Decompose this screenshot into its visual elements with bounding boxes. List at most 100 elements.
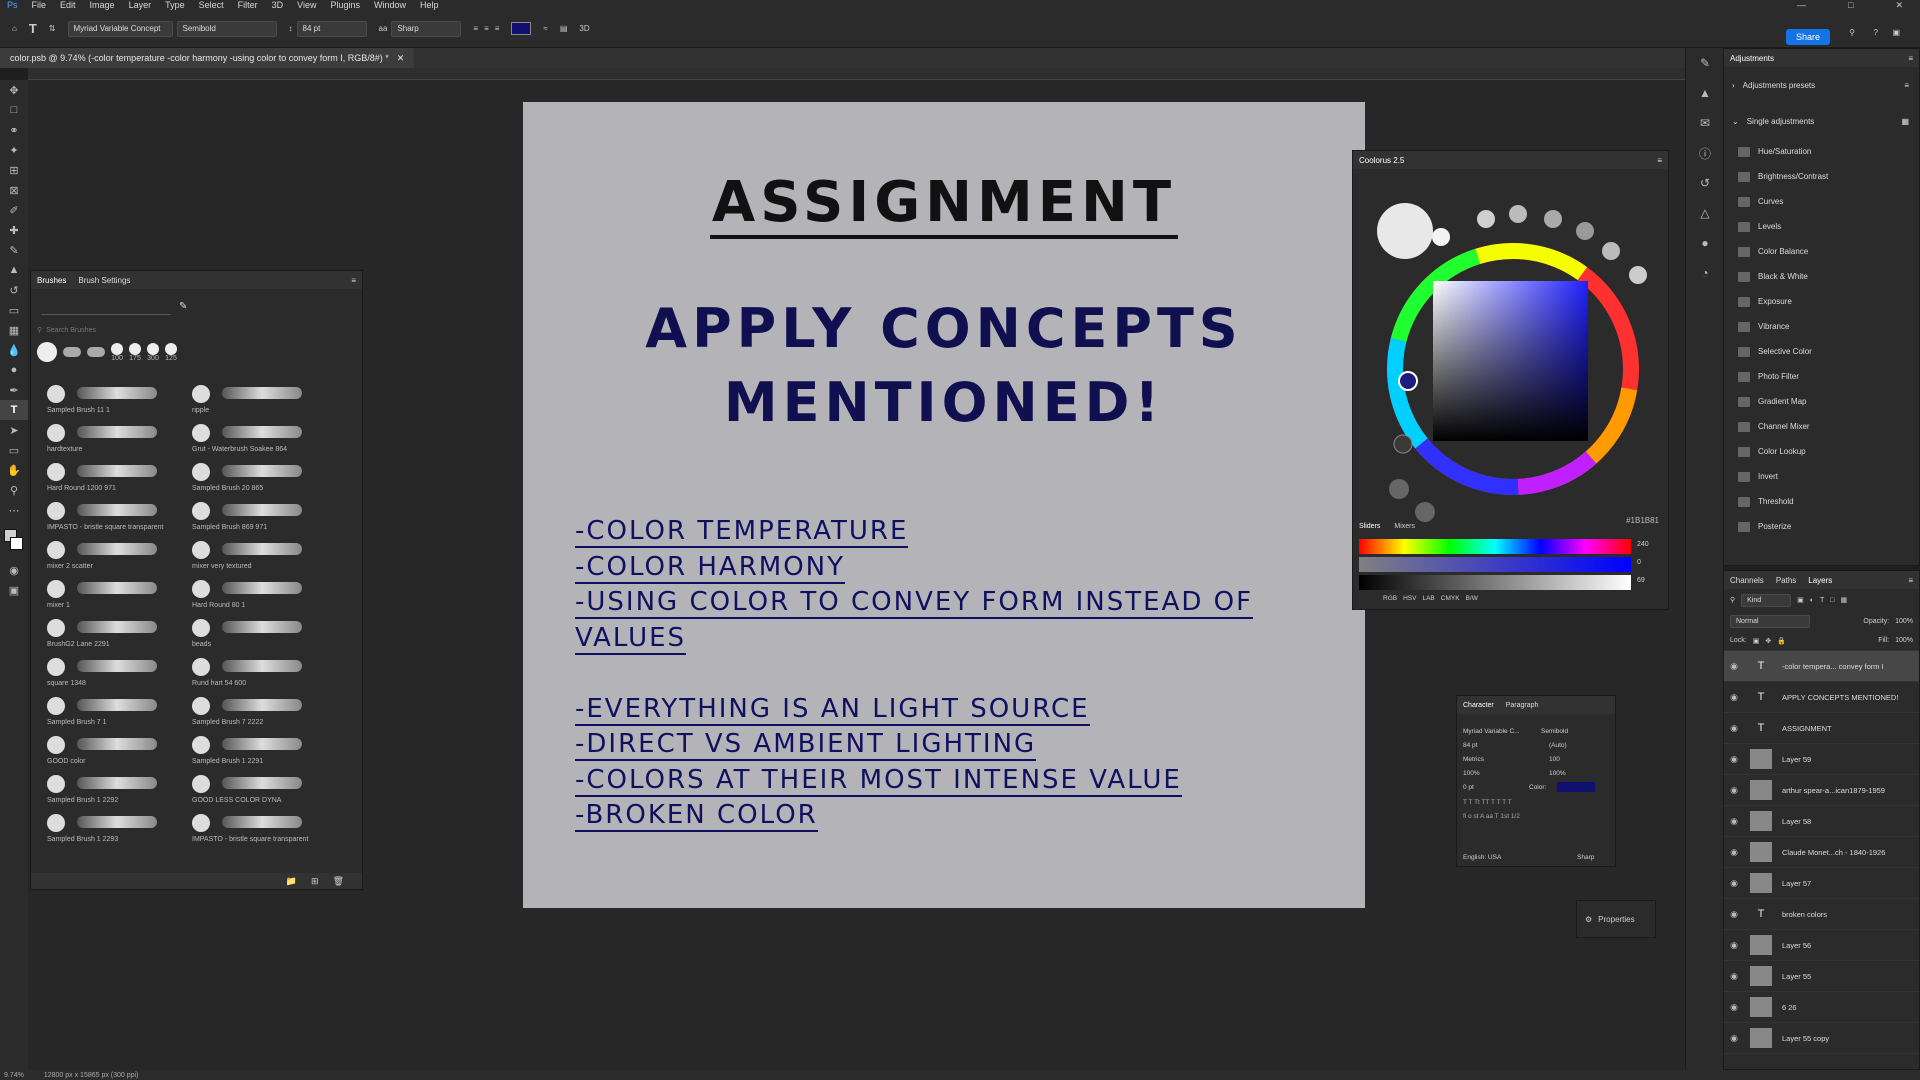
tab-mixers[interactable]: Mixers: [1394, 523, 1415, 530]
pen-tool-icon[interactable]: ✒: [0, 380, 28, 400]
workspace-icon[interactable]: ▣: [1892, 28, 1900, 37]
new-group-icon[interactable]: 📁: [286, 876, 297, 887]
apply-concepts-heading[interactable]: APPLY CONCEPTS MENTIONED!: [523, 292, 1365, 440]
color-swatches-icon[interactable]: [0, 520, 28, 560]
crop-tool-icon[interactable]: ⊞: [0, 160, 28, 180]
layer-row[interactable]: ◉ Layer 58: [1724, 806, 1919, 837]
char-font-select[interactable]: Myriad Variable C...: [1463, 728, 1533, 735]
brush-preset[interactable]: IMPASTO - bristle square transparent: [37, 498, 177, 537]
brush-preset[interactable]: beads: [182, 615, 322, 654]
hand-tool-icon[interactable]: ✋: [0, 460, 28, 480]
char-color-swatch[interactable]: [1557, 782, 1595, 792]
blur-tool-icon[interactable]: 💧: [0, 340, 28, 360]
zoom-level[interactable]: 9.74%: [4, 1072, 24, 1079]
char-style-select[interactable]: Semibold: [1541, 728, 1568, 735]
char-size-field[interactable]: 84 pt: [1463, 742, 1477, 749]
grid-view-icon[interactable]: ▦: [1901, 117, 1909, 126]
adjustments-title[interactable]: Adjustments: [1730, 54, 1774, 63]
play-button[interactable]: [1415, 502, 1435, 522]
menu-file[interactable]: File: [25, 0, 54, 10]
character-panel-icon[interactable]: ▤: [560, 24, 568, 33]
visibility-eye-icon[interactable]: ◉: [1724, 785, 1744, 796]
tab-layers[interactable]: Layers: [1808, 576, 1832, 585]
char-kerning-field[interactable]: Metrics: [1463, 756, 1484, 763]
font-size-field[interactable]: 84 pt: [296, 20, 367, 37]
type-tool-sidebar-icon[interactable]: T: [0, 400, 28, 420]
adjustment-item[interactable]: Curves: [1724, 189, 1919, 214]
visibility-eye-icon[interactable]: ◉: [1724, 878, 1744, 889]
layer-row[interactable]: ◉ T -color tempera... convey form I: [1724, 651, 1919, 682]
char-aa-select[interactable]: Sharp: [1577, 854, 1594, 861]
menu-edit[interactable]: Edit: [53, 0, 83, 10]
blend-mode-select[interactable]: Normal: [1730, 614, 1810, 628]
layer-row[interactable]: ◉ Layer 59: [1724, 744, 1919, 775]
visibility-eye-icon[interactable]: ◉: [1724, 1002, 1744, 1013]
brush-preset[interactable]: square 1348: [37, 654, 177, 693]
quick-mask-icon[interactable]: ◉: [0, 560, 28, 580]
char-baseline-field[interactable]: 0 pt: [1463, 784, 1474, 791]
adjustment-item[interactable]: Exposure: [1724, 289, 1919, 314]
magic-wand-tool-icon[interactable]: ✦: [0, 140, 28, 160]
libraries-icon[interactable]: ●: [1686, 228, 1724, 258]
visibility-eye-icon[interactable]: ◉: [1724, 692, 1744, 703]
mode-rgb[interactable]: RGB: [1383, 595, 1397, 602]
preset-brush-dot[interactable]: [37, 342, 57, 362]
brush-tool-icon[interactable]: ✎: [0, 240, 28, 260]
hue-slider[interactable]: [1359, 539, 1631, 554]
brush-preset[interactable]: Sampled Brush 11 1: [37, 381, 177, 420]
harmony-button[interactable]: [1389, 479, 1409, 499]
mode-hsv[interactable]: HSV: [1403, 595, 1416, 602]
lock-pixels-icon[interactable]: ▣: [1753, 637, 1760, 645]
eyedropper-tool-icon[interactable]: ✐: [0, 200, 28, 220]
menu-window[interactable]: Window: [367, 0, 413, 10]
align-center-icon[interactable]: ≡: [484, 24, 489, 33]
mode-bw[interactable]: B/W: [1466, 595, 1478, 602]
brightness-slider[interactable]: [1359, 575, 1631, 590]
brush-preset[interactable]: mixer 1: [37, 576, 177, 615]
align-left-icon[interactable]: ≡: [473, 24, 478, 33]
brush-preset[interactable]: GOOD color: [37, 732, 177, 771]
brush-preset[interactable]: BrushG2 Lane 2291: [37, 615, 177, 654]
document-tab[interactable]: color.psb @ 9.74% (-color temperature -c…: [0, 48, 415, 68]
3d-panel-icon[interactable]: △: [1686, 198, 1724, 228]
visibility-eye-icon[interactable]: ◉: [1724, 816, 1744, 827]
bullet-list[interactable]: -COLOR TEMPERATURE -COLOR HARMONY -USING…: [575, 514, 1335, 834]
brush-preset[interactable]: IMPASTO - bristle square transparent: [182, 810, 322, 849]
artboard[interactable]: ASSIGNMENT APPLY CONCEPTS MENTIONED! -CO…: [523, 102, 1365, 908]
layer-row[interactable]: ◉ Layer 57: [1724, 868, 1919, 899]
filter-smart-icon[interactable]: ▦: [1841, 596, 1848, 604]
menu-plugins[interactable]: Plugins: [323, 0, 367, 10]
filter-pixel-icon[interactable]: ▣: [1797, 596, 1804, 604]
visibility-eye-icon[interactable]: ◉: [1724, 1033, 1744, 1044]
coolorus-icon[interactable]: ◔: [1686, 258, 1724, 288]
menu-type[interactable]: Type: [158, 0, 192, 10]
preset-size[interactable]: 175: [129, 342, 141, 362]
close-tab-icon[interactable]: ✕: [397, 53, 405, 64]
brush-preset[interactable]: GOOD LESS COLOR DYNA: [182, 771, 322, 810]
layer-row[interactable]: ◉ Claude Monet...ch - 1840-1926: [1724, 837, 1919, 868]
menu-layer[interactable]: Layer: [122, 0, 159, 10]
home-icon[interactable]: ⌂: [12, 24, 17, 33]
healing-tool-icon[interactable]: ✚: [0, 220, 28, 240]
brush-preset[interactable]: Grut - Waterbrush Soakee 864: [182, 420, 322, 459]
history-brush-icon[interactable]: ↺: [0, 280, 28, 300]
align-right-icon[interactable]: ≡: [495, 24, 500, 33]
layer-row[interactable]: ◉ 6 26: [1724, 992, 1919, 1023]
list-view-icon[interactable]: ≡: [1904, 81, 1909, 90]
brush-search[interactable]: ⚲ Search Brushes: [37, 323, 337, 337]
color-picker-handle[interactable]: [1398, 371, 1418, 391]
preset-size[interactable]: 100: [111, 342, 123, 362]
delete-brush-icon[interactable]: 🗑: [333, 876, 344, 887]
brush-preset[interactable]: ripple: [182, 381, 322, 420]
adjustment-item[interactable]: Hue/Saturation: [1724, 139, 1919, 164]
menu-3d[interactable]: 3D: [265, 0, 291, 10]
adjustment-item[interactable]: Color Lookup: [1724, 439, 1919, 464]
text-color-swatch[interactable]: [511, 22, 532, 35]
layer-row[interactable]: ◉ Layer 55 copy: [1724, 1023, 1919, 1054]
mode-cmyk[interactable]: CMYK: [1441, 595, 1460, 602]
layer-row[interactable]: ◉ Tbroken colors: [1724, 899, 1919, 930]
layer-row[interactable]: ◉ T APPLY CONCEPTS MENTIONED!: [1724, 682, 1919, 713]
stamp-tool-icon[interactable]: ▲: [0, 260, 28, 280]
more-tools-icon[interactable]: ⋯: [0, 500, 28, 520]
brush-preset[interactable]: Sampled Brush 7 1: [37, 693, 177, 732]
